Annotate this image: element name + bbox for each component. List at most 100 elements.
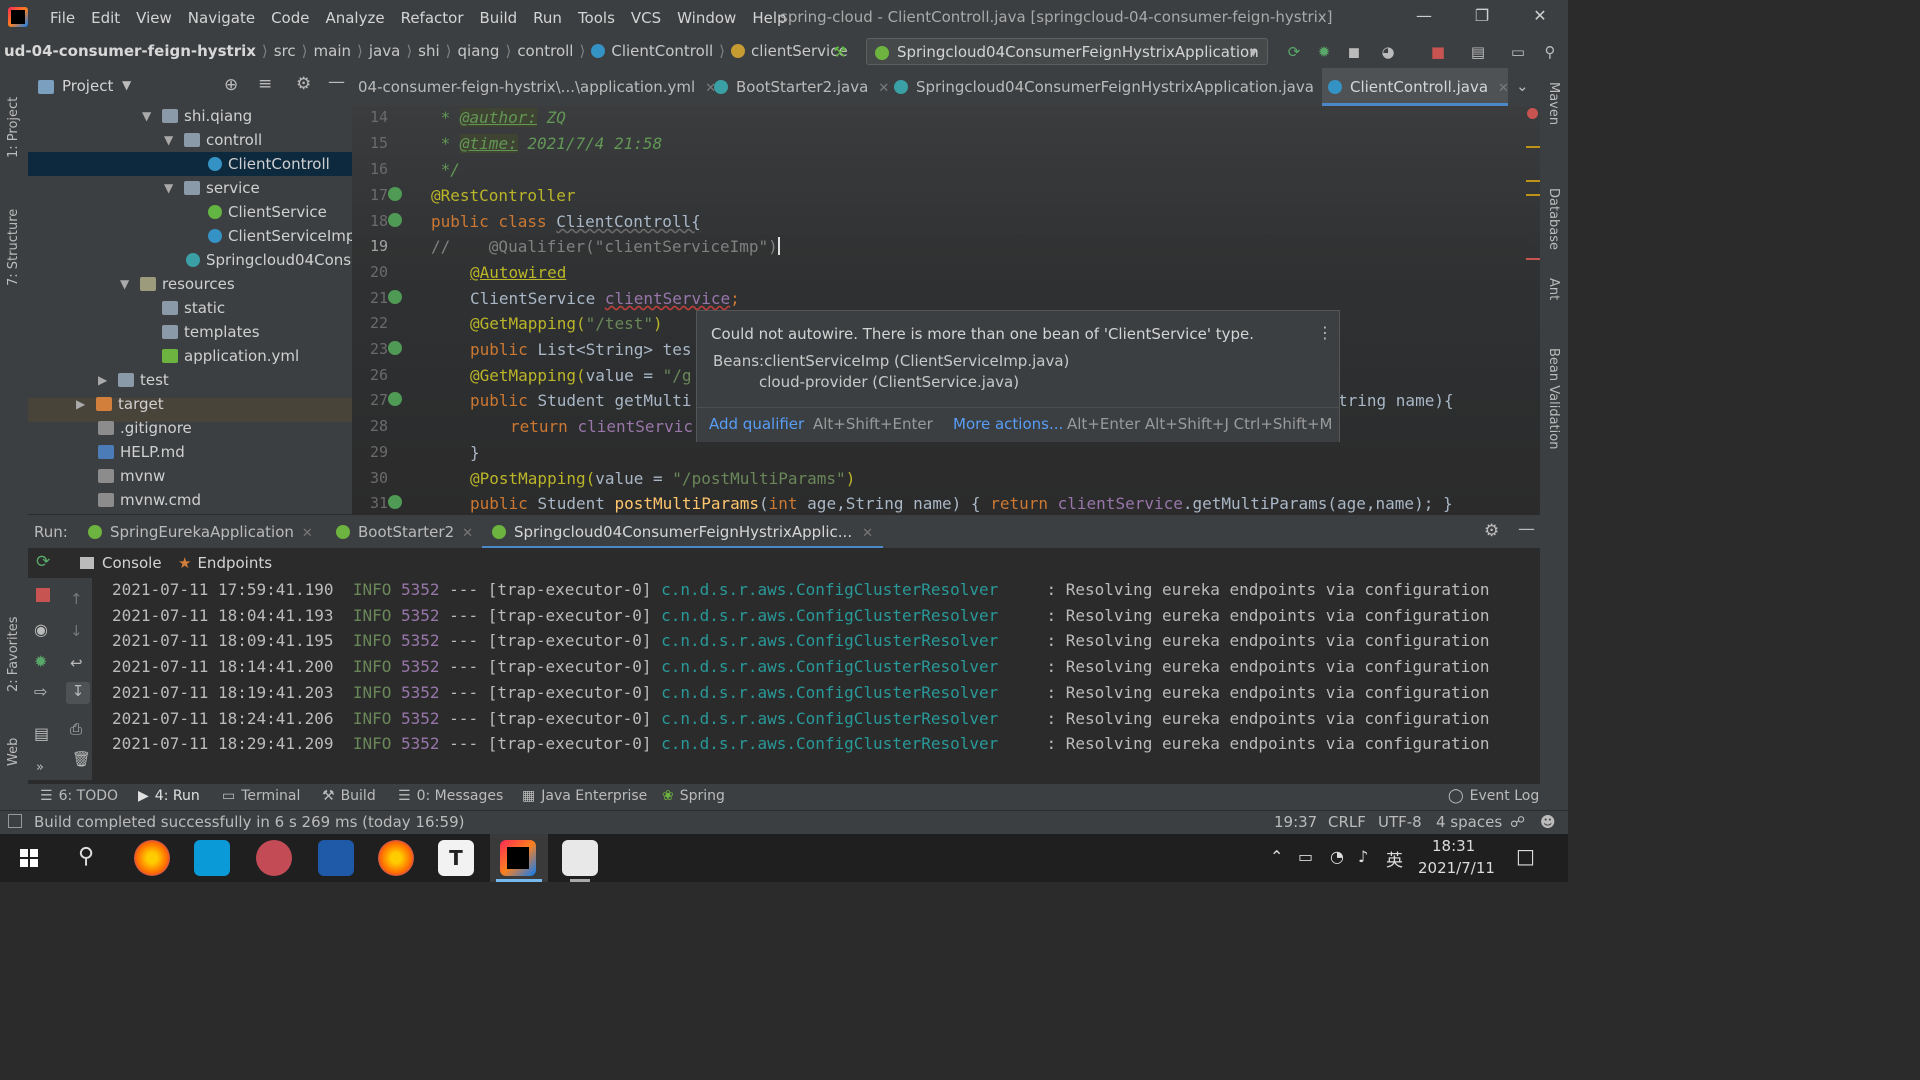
debug-icon[interactable]: ✹ [1314, 42, 1334, 62]
maven-tool-button[interactable]: Maven [1546, 82, 1561, 125]
request-mapping-gutter-icon[interactable] [388, 392, 402, 406]
close-tab-icon[interactable]: ✕ [462, 526, 473, 541]
rerun-icon[interactable]: ⟳ [36, 552, 50, 572]
autowire-error-field[interactable]: clientService [605, 289, 730, 308]
search-icon[interactable]: ⚲ [78, 844, 94, 869]
expand-arrow-icon[interactable]: ▼ [120, 277, 129, 291]
warning-marker[interactable] [1526, 194, 1540, 196]
expand-arrow-icon[interactable]: ▼ [164, 133, 173, 147]
chevron-up-icon[interactable]: ⌃ [1270, 847, 1283, 866]
menu-refactor[interactable]: Refactor [393, 9, 472, 27]
scroll-to-end-icon[interactable]: ↧ [66, 682, 90, 704]
structure-tool-button[interactable]: 7: Structure [6, 186, 21, 286]
run-tab-consumer-app[interactable]: Springcloud04ConsumerFeignHystrixApplic.… [482, 515, 883, 549]
status-message[interactable]: Build completed successfully in 6 s 269 … [34, 813, 465, 831]
restore-icon[interactable]: ❐ [1470, 6, 1494, 30]
tree-item-application-yml[interactable]: application.yml [162, 344, 299, 368]
warning-marker[interactable] [1526, 146, 1540, 148]
profile-icon[interactable]: ◕ [1378, 42, 1398, 62]
login-icon[interactable]: ⇨ [34, 682, 47, 701]
menu-view[interactable]: View [128, 9, 180, 27]
clock-time[interactable]: 18:31 [1432, 837, 1475, 855]
tab-application-java[interactable]: Springcloud04ConsumerFeignHystrixApplica… [888, 68, 1335, 106]
stop-icon[interactable]: ■ [1428, 42, 1448, 62]
breadcrumb-src[interactable]: src [274, 42, 296, 60]
warning-marker[interactable] [1526, 180, 1540, 182]
firefox-app-icon[interactable] [378, 840, 414, 876]
tab-application-yml[interactable]: 04-consumer-feign-hystrix\...\applicatio… [352, 68, 716, 106]
tab-bootstarter2[interactable]: BootStarter2.java ✕ [708, 68, 889, 106]
inspector-icon[interactable]: ☻ [1540, 813, 1556, 831]
tree-item-clientserviceimp[interactable]: ClientServiceImp [208, 224, 352, 248]
close-tab-icon[interactable]: ✕ [1498, 81, 1509, 96]
project-tool-button[interactable]: 1: Project [6, 78, 21, 158]
tree-item-test[interactable]: test [118, 368, 169, 392]
messages-tool-button[interactable]: ☰ 0: Messages [398, 788, 503, 804]
tree-item-target[interactable]: target [96, 392, 164, 416]
tree-item-clientservice[interactable]: ClientService [208, 200, 327, 224]
menu-build[interactable]: Build [472, 9, 526, 27]
tree-item-static[interactable]: static [162, 296, 225, 320]
menu-vcs[interactable]: VCS [623, 9, 669, 27]
print-icon[interactable]: ⎙ [70, 720, 82, 738]
favorites-tool-button[interactable]: 2: Favorites [6, 602, 21, 692]
project-structure-icon[interactable]: ▤ [1468, 42, 1488, 62]
trash-icon[interactable]: 🗑 [72, 750, 91, 768]
windows-start-icon[interactable] [20, 849, 38, 867]
breadcrumb-main[interactable]: main [314, 42, 351, 60]
ime-indicator[interactable]: 英 [1386, 846, 1403, 871]
spring-tool-button[interactable]: ❀ Spring [662, 788, 725, 804]
gear-icon[interactable]: ⚙ [296, 74, 311, 94]
error-indicator-icon[interactable] [1527, 108, 1538, 119]
tree-item-application-class[interactable]: Springcloud04Consu [186, 248, 352, 272]
minimize-icon[interactable]: — [1412, 6, 1436, 30]
spring-bean-gutter-icon[interactable] [388, 187, 402, 201]
breadcrumb-shi[interactable]: shi [418, 42, 440, 60]
camera-icon[interactable]: ◉ [34, 620, 48, 639]
breadcrumb-class[interactable]: ClientControll [611, 42, 713, 60]
bean-validation-tool-button[interactable]: Bean Validation [1546, 348, 1561, 478]
tree-item-gitignore[interactable]: .gitignore [98, 416, 192, 440]
tree-item-help-md[interactable]: HELP.md [98, 440, 185, 464]
run-configuration-select[interactable]: Springcloud04ConsumerFeignHystrixApplica… [866, 38, 1268, 65]
run-tool-button[interactable]: ▶ 4: Run [138, 788, 200, 804]
tree-item-package[interactable]: shi.qiang [162, 104, 252, 128]
intellij-app-icon[interactable] [500, 840, 536, 876]
stop-icon[interactable] [36, 588, 50, 602]
arrow-down-icon[interactable]: ↓ [70, 622, 83, 640]
more-options-icon[interactable]: ⋮ [1317, 323, 1333, 342]
autowired-gutter-icon[interactable] [388, 290, 402, 304]
chevron-down-icon[interactable]: ▼ [122, 78, 131, 92]
hide-panel-icon[interactable]: — [328, 72, 345, 92]
locate-icon[interactable]: ⊕ [224, 75, 238, 95]
typora-app-icon[interactable]: T [438, 840, 474, 876]
more-actions-link[interactable]: More actions... [953, 415, 1063, 433]
tab-endpoints[interactable]: ★ Endpoints [178, 554, 272, 572]
notification-icon[interactable]: □ [1516, 844, 1535, 868]
volume-icon[interactable]: ♪ [1358, 847, 1368, 866]
search-icon[interactable]: ⚲ [1540, 42, 1560, 62]
breadcrumb-java[interactable]: java [369, 42, 400, 60]
console-output[interactable]: 2021-07-11 17:59:41.190 INFO 5352 --- [t… [92, 578, 1540, 780]
caret-position[interactable]: 19:37 [1274, 813, 1317, 831]
database-tool-button[interactable]: Database [1546, 188, 1561, 250]
tab-console[interactable]: Console [80, 554, 162, 572]
request-mapping-gutter-icon[interactable] [388, 495, 402, 509]
todo-tool-button[interactable]: ☰ 6: TODO [40, 788, 118, 804]
debug-icon[interactable]: ✹ [34, 652, 47, 671]
hammer-build-icon[interactable]: ⚒ [830, 42, 850, 62]
arrow-up-icon[interactable]: ↑ [70, 590, 83, 608]
breadcrumb-controll[interactable]: controll [517, 42, 573, 60]
build-tool-button[interactable]: ⚒ Build [322, 788, 376, 804]
event-log-tool-button[interactable]: ◯ Event Log [1448, 788, 1539, 804]
menu-run[interactable]: Run [525, 9, 570, 27]
menu-tools[interactable]: Tools [570, 9, 623, 27]
gear-icon[interactable]: ⚙ [1484, 521, 1499, 541]
menu-code[interactable]: Code [263, 9, 317, 27]
tree-item-controll[interactable]: controll [184, 128, 262, 152]
tree-item-templates[interactable]: templates [162, 320, 260, 344]
expand-arrow-icon[interactable]: ▼ [142, 109, 151, 123]
expand-arrow-icon[interactable]: ▼ [164, 181, 173, 195]
tree-item-resources[interactable]: resources [140, 272, 235, 296]
lock-icon[interactable]: ☍ [1510, 813, 1525, 831]
